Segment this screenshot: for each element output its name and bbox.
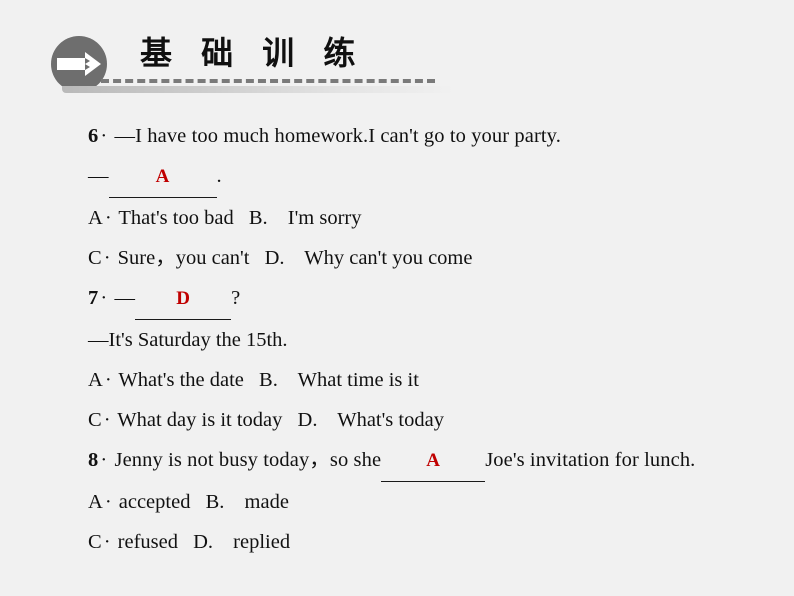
option-text[interactable]: replied	[233, 531, 290, 553]
question-6-reply-prefix: —	[88, 165, 109, 187]
question-8-options-row-1: A· accepted B. made	[88, 482, 748, 522]
option-letter: A	[88, 207, 103, 229]
question-6-prompt: 6· —I have too much homework.I can't go …	[88, 116, 748, 156]
option-text[interactable]: accepted	[119, 491, 191, 513]
option-separator: ·	[103, 247, 111, 269]
question-6-options-row-2: C· Sure，you can't D. Why can't you come	[88, 238, 748, 278]
option-text[interactable]: refused	[118, 531, 178, 553]
section-header: 基 础 训 练	[0, 0, 794, 104]
option-separator: ·	[104, 369, 112, 391]
question-7-separator: ·	[100, 287, 108, 309]
question-6-prompt-text: —I have too much homework.I can't go to …	[114, 125, 561, 147]
option-letter: A	[88, 369, 103, 391]
option-separator: ·	[103, 531, 111, 553]
option-text[interactable]: What time is it	[298, 369, 419, 391]
option-text[interactable]: What's the date	[118, 369, 244, 391]
page-title: 基 础 训 练	[140, 34, 365, 72]
option-letter: B.	[205, 491, 225, 513]
option-letter: B.	[259, 369, 278, 391]
question-7-prompt-suffix: ?	[231, 287, 241, 309]
exercise-list: 6· —I have too much homework.I can't go …	[88, 116, 748, 562]
option-letter: C	[88, 531, 102, 553]
option-letter: D.	[264, 247, 285, 269]
option-text[interactable]: Sure，you can't	[118, 247, 250, 269]
option-letter: B.	[248, 207, 268, 229]
option-separator: ·	[104, 207, 112, 229]
option-text[interactable]: What day is it today	[117, 409, 282, 431]
title-dashed-rule	[101, 79, 435, 83]
question-6-separator: ·	[100, 125, 108, 147]
question-7-prompt: 7· — D?	[88, 278, 748, 320]
question-7-options-row-1: A· What's the date B. What time is it	[88, 360, 748, 400]
option-letter: D.	[193, 531, 214, 553]
option-text[interactable]: That's too bad	[118, 207, 233, 229]
question-7-number: 7	[88, 287, 99, 309]
option-text[interactable]: I'm sorry	[288, 207, 362, 229]
question-7-prompt-prefix: —	[114, 287, 136, 309]
question-6-options-row-1: A· That's too bad B. I'm sorry	[88, 198, 748, 238]
question-7-answer-blank[interactable]: D	[135, 279, 232, 320]
option-text[interactable]: made	[245, 491, 289, 513]
question-8-separator: ·	[100, 449, 108, 471]
question-8-text-after: Joe's invitation for lunch.	[485, 449, 696, 471]
question-6-answer-blank[interactable]: A	[108, 157, 217, 198]
question-6-number: 6	[88, 125, 99, 147]
question-6-reply-suffix: .	[216, 165, 222, 187]
option-separator: ·	[103, 409, 111, 431]
question-7-reply: —It's Saturday the 15th.	[88, 320, 748, 360]
option-letter: D.	[297, 409, 318, 431]
question-7-reply-text: —It's Saturday the 15th.	[88, 329, 288, 351]
question-8-number: 8	[88, 449, 99, 471]
option-text[interactable]: Why can't you come	[304, 247, 472, 269]
pencil-arrow-icon	[51, 36, 107, 92]
title-shadow-bar	[62, 86, 454, 93]
question-8-answer-blank[interactable]: A	[381, 441, 486, 482]
option-letter: C	[88, 247, 102, 269]
option-separator: ·	[104, 491, 112, 513]
option-text[interactable]: What's today	[337, 409, 444, 431]
question-6-reply: — A.	[88, 156, 748, 198]
question-8-options-row-2: C· refused D. replied	[88, 522, 748, 562]
question-7-options-row-2: C· What day is it today D. What's today	[88, 400, 748, 440]
question-8-prompt: 8· Jenny is not busy today，so she A Joe's …	[88, 440, 748, 482]
question-8-text-before: Jenny is not busy today，so she	[114, 449, 382, 471]
option-letter: C	[88, 409, 102, 431]
option-letter: A	[88, 491, 103, 513]
